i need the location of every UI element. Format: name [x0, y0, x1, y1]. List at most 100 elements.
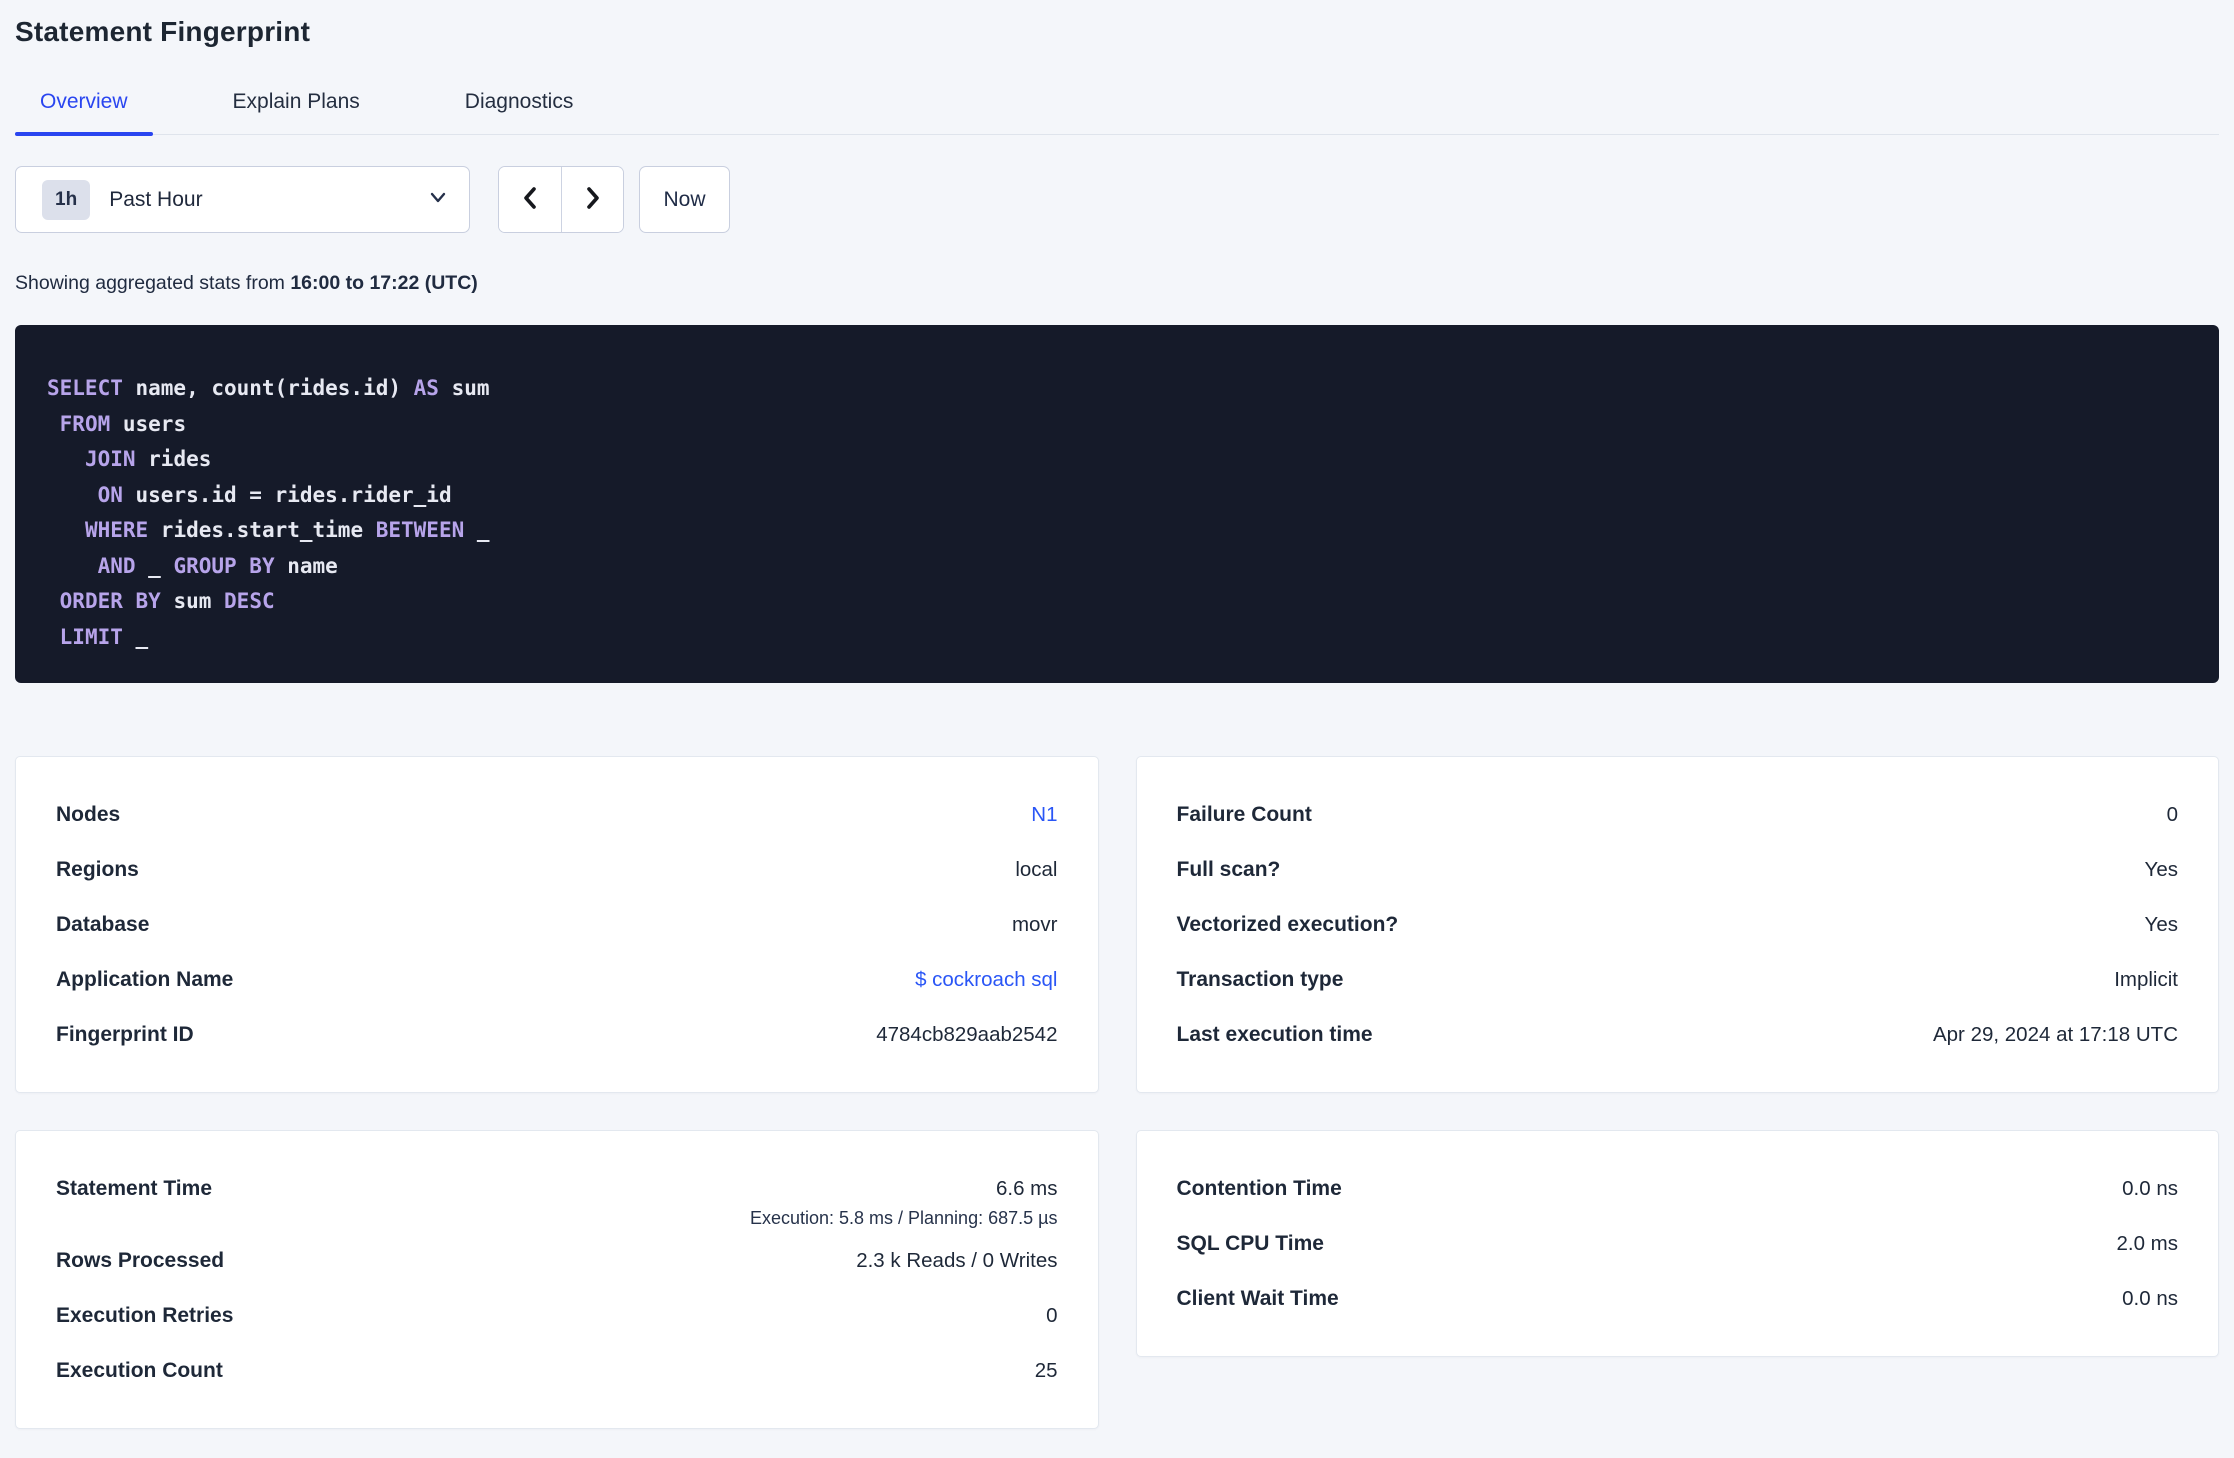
- kv-value: 2.3 k Reads / 0 Writes: [856, 1248, 1058, 1272]
- prev-time-button[interactable]: [499, 167, 561, 232]
- now-button[interactable]: Now: [639, 166, 730, 233]
- kv-value: Yes: [2144, 857, 2178, 881]
- sql-keyword: JOIN: [84, 447, 136, 471]
- kv-value: 0.0 ns: [2122, 1176, 2178, 1200]
- kv-label: Client Wait Time: [1176, 1286, 1339, 1310]
- chevron-down-icon: [427, 186, 449, 213]
- kv-row: Last execution time Apr 29, 2024 at 17:18…: [1177, 1007, 2179, 1062]
- statement-details-card: Nodes N1 Regions local Database movr Applicati…: [15, 756, 1099, 1093]
- kv-row: Vectorized execution? Yes: [1177, 897, 2179, 952]
- kv-label: Statement Time: [56, 1176, 212, 1200]
- time-arrow-group: [498, 166, 624, 233]
- time-toolbar: 1h Past Hour Now: [15, 166, 2219, 233]
- kv-label: Nodes: [56, 802, 121, 826]
- kv-row: Transaction type Implicit: [1177, 952, 2179, 1007]
- sql-keyword: FROM: [59, 411, 111, 436]
- kv-label: Application Name: [56, 967, 234, 991]
- sql-text: rides: [135, 447, 212, 471]
- tab-overview[interactable]: Overview: [15, 90, 153, 136]
- kv-value: Implicit: [2114, 967, 2178, 991]
- sql-keyword: GROUP BY: [173, 553, 275, 578]
- kv-value: movr: [1011, 912, 1058, 936]
- kv-label: Failure Count: [1176, 802, 1312, 826]
- kv-label: Vectorized execution?: [1176, 912, 1399, 936]
- next-time-button[interactable]: [561, 167, 623, 232]
- chevron-right-icon: [581, 184, 605, 215]
- kv-value: 25: [1034, 1358, 1058, 1382]
- sql-keyword: BETWEEN: [375, 518, 465, 542]
- kv-value: 4784cb829aab2542: [876, 1022, 1058, 1046]
- kv-label: Contention Time: [1176, 1176, 1342, 1200]
- kv-value-link[interactable]: $ cockroach sql: [915, 968, 1057, 992]
- kv-row: Application Name $ cockroach sql: [56, 952, 1058, 1007]
- kv-label: Full scan?: [1176, 857, 1281, 881]
- kv-row: Database movr: [56, 897, 1058, 952]
- kv-row: Rows Processed 2.3 k Reads / 0 Writes: [56, 1233, 1058, 1288]
- sql-text: _: [135, 553, 174, 578]
- kv-row: Client Wait Time 0.0 ns: [1177, 1271, 2179, 1326]
- summary-time-range: 16:00 to 17:22 (UTC): [290, 272, 478, 294]
- kv-label: Database: [56, 912, 150, 936]
- sql-statement-box: SELECT name, count(rides.id) AS sum FROM…: [15, 325, 2219, 683]
- kv-row: Failure Count 0: [1177, 787, 2179, 842]
- sql-keyword: ORDER BY: [59, 589, 161, 613]
- sql-statement: SELECT name, count(rides.id) AS sum FROM…: [47, 371, 2187, 655]
- sql-text: users: [110, 411, 187, 436]
- sql-keyword: AS: [413, 376, 439, 400]
- sql-text: _: [122, 624, 149, 649]
- chevron-left-icon: [518, 184, 542, 215]
- kv-label: Execution Count: [56, 1358, 223, 1382]
- kv-value: 2.0 ms: [2116, 1231, 2178, 1255]
- kv-value: Yes: [2144, 912, 2178, 936]
- kv-row: Contention Time 0.0 ns: [1177, 1161, 2179, 1216]
- kv-row: Fingerprint ID 4784cb829aab2542: [56, 1007, 1058, 1062]
- sql-keyword: AND: [97, 553, 136, 578]
- kv-label: Regions: [56, 857, 139, 881]
- kv-row: Full scan? Yes: [1177, 842, 2179, 897]
- kv-row: Execution Retries 0: [56, 1288, 1058, 1343]
- tab-bar: Overview Explain Plans Diagnostics: [15, 90, 2219, 136]
- details-cards-grid: Nodes N1 Regions local Database movr Applicati…: [15, 756, 2219, 1429]
- statement-fingerprint-page: Statement Fingerprint Overview Explain Pl…: [0, 16, 2234, 1429]
- time-range-label: Past Hour: [109, 187, 203, 211]
- kv-row: SQL CPU Time 2.0 ms: [1177, 1216, 2179, 1271]
- aggregated-stats-summary: Showing aggregated stats from 16:00 to 1…: [15, 272, 2219, 295]
- sql-text: name: [274, 553, 338, 578]
- sql-text: sum: [160, 589, 225, 613]
- time-range-select[interactable]: 1h Past Hour: [15, 166, 470, 233]
- summary-prefix: Showing aggregated stats from: [15, 272, 291, 294]
- tab-diagnostics[interactable]: Diagnostics: [440, 90, 599, 134]
- sql-keyword: SELECT: [47, 376, 123, 400]
- sql-keyword: WHERE: [84, 518, 149, 542]
- kv-value: local: [1015, 857, 1058, 881]
- kv-subvalue: Execution: 5.8 ms / Planning: 687.5 µs: [749, 1208, 1058, 1228]
- sql-text: rides.start_time: [148, 518, 376, 542]
- page-title: Statement Fingerprint: [15, 16, 311, 47]
- sql-text: users.id = rides.rider_id: [122, 482, 452, 507]
- kv-label: Fingerprint ID: [56, 1022, 194, 1046]
- kv-label: Transaction type: [1176, 967, 1344, 991]
- kv-row: Execution Count 25: [56, 1343, 1058, 1398]
- tab-explain-plans[interactable]: Explain Plans: [208, 90, 385, 134]
- kv-label: SQL CPU Time: [1176, 1231, 1324, 1255]
- kv-row: Regions local: [56, 842, 1058, 897]
- kv-value-link[interactable]: N1: [1031, 803, 1057, 827]
- kv-label: Rows Processed: [56, 1248, 225, 1272]
- sql-keyword: ON: [97, 482, 123, 507]
- sql-text: sum: [438, 376, 490, 400]
- kv-value: 0: [2166, 802, 2178, 826]
- kv-value: 0.0 ns: [2122, 1286, 2178, 1310]
- execution-attributes-card: Failure Count 0 Full scan? Yes Vectorized ex…: [1135, 756, 2219, 1093]
- kv-value: 6.6 ms: [995, 1176, 1058, 1200]
- sql-keyword: DESC: [224, 589, 275, 613]
- time-range-badge: 1h: [42, 179, 91, 220]
- sql-text: _: [464, 518, 490, 542]
- statement-timing-card: Statement Time 6.6 ms Execution: 5.8 ms / …: [15, 1130, 1099, 1429]
